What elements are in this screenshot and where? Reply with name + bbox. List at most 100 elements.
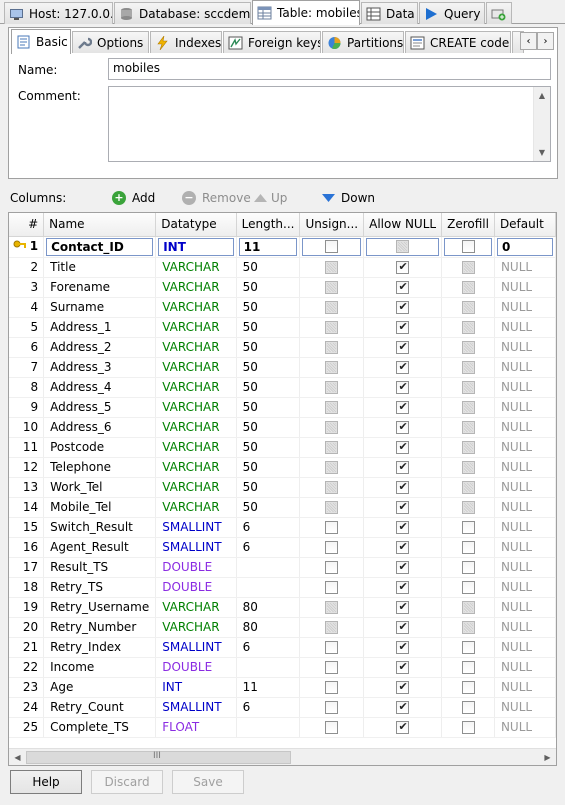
length-cell[interactable]: 6 [236, 637, 301, 658]
zerofill-cell[interactable] [441, 677, 495, 698]
column-name-cell[interactable]: Age [43, 677, 157, 698]
zerofill-cell[interactable] [441, 277, 495, 298]
default-cell[interactable]: NULL [494, 557, 556, 578]
allow-null-cell-checkbox[interactable] [396, 380, 410, 394]
table-name-input[interactable]: mobiles [108, 58, 551, 80]
columns-grid[interactable]: # Name Datatype Length... Unsign... Allo… [8, 212, 557, 766]
default-cell[interactable]: NULL [494, 317, 556, 338]
column-name-cell-editor[interactable]: Contact_ID [46, 237, 154, 256]
allow-null-cell-checkbox[interactable] [396, 500, 410, 514]
table-row[interactable]: 24 Retry_Count SMALLINT 6 NULL [9, 697, 556, 718]
zerofill-cell[interactable] [441, 257, 495, 278]
zerofill-cell-checkbox[interactable] [461, 580, 475, 594]
datatype-cell-editor[interactable]: INT [158, 237, 234, 256]
allow-null-cell-checkbox[interactable] [396, 460, 410, 474]
default-cell[interactable]: NULL [494, 517, 556, 538]
default-cell[interactable]: NULL [494, 617, 556, 638]
column-name-cell[interactable]: Address_5 [43, 397, 157, 418]
default-cell[interactable]: NULL [494, 257, 556, 278]
unsigned-cell[interactable] [299, 577, 365, 598]
length-cell[interactable]: 50 [236, 337, 301, 358]
length-cell[interactable]: 50 [236, 357, 301, 378]
length-cell[interactable]: 6 [236, 517, 301, 538]
datatype-cell[interactable]: SMALLINT [155, 517, 237, 538]
default-cell[interactable]: NULL [494, 677, 556, 698]
column-name-cell[interactable]: Mobile_Tel [43, 497, 157, 518]
row-number-cell[interactable]: 18 [9, 577, 45, 598]
zerofill-cell[interactable] [441, 617, 495, 638]
allow-null-cell-checkbox[interactable] [396, 360, 410, 374]
unsigned-cell-checkbox[interactable] [325, 239, 339, 253]
unsigned-cell-checkbox[interactable] [325, 640, 339, 654]
allow-null-cell[interactable] [363, 657, 443, 678]
allow-null-cell-checkbox[interactable] [396, 260, 410, 274]
zerofill-cell[interactable] [441, 717, 495, 738]
zerofill-cell[interactable] [441, 417, 495, 438]
unsigned-cell[interactable] [299, 537, 365, 558]
table-row[interactable]: 18 Retry_TS DOUBLE NULL [9, 577, 556, 598]
unsigned-cell[interactable] [299, 317, 365, 338]
length-cell[interactable]: 50 [236, 377, 301, 398]
datatype-cell[interactable]: VARCHAR [155, 617, 237, 638]
length-cell[interactable] [236, 557, 301, 578]
default-cell[interactable]: NULL [494, 437, 556, 458]
row-number-cell[interactable]: 14 [9, 497, 45, 518]
allow-null-cell-checkbox[interactable] [396, 660, 410, 674]
unsigned-cell[interactable] [299, 357, 365, 378]
row-number-cell[interactable]: 17 [9, 557, 45, 578]
allow-null-cell-checkbox[interactable] [396, 600, 410, 614]
unsigned-cell[interactable] [299, 657, 365, 678]
unsigned-cell-checkbox[interactable] [325, 680, 339, 694]
header-length[interactable]: Length... [236, 213, 301, 237]
grid-horizontal-scrollbar[interactable]: ◀ III ▶ [9, 748, 556, 765]
allow-null-cell-checkbox[interactable] [396, 580, 410, 594]
column-name-cell[interactable]: Forename [43, 277, 157, 298]
datatype-cell[interactable]: VARCHAR [155, 317, 237, 338]
default-cell[interactable]: 0 [494, 236, 556, 258]
row-number-cell[interactable]: 16 [9, 537, 45, 558]
table-row[interactable]: 8 Address_4 VARCHAR 50 NULL [9, 377, 556, 398]
allow-null-cell-checkbox[interactable] [396, 620, 410, 634]
datatype-cell[interactable]: INT [155, 236, 237, 258]
unsigned-cell-checkbox[interactable] [325, 660, 339, 674]
datatype-cell[interactable]: SMALLINT [155, 697, 237, 718]
column-name-cell[interactable]: Surname [43, 297, 157, 318]
header-name[interactable]: Name [43, 213, 157, 237]
datatype-cell[interactable]: VARCHAR [155, 357, 237, 378]
allow-null-cell[interactable] [363, 557, 443, 578]
allow-null-cell[interactable] [363, 497, 443, 518]
length-cell[interactable]: 11 [236, 236, 301, 258]
default-cell[interactable]: NULL [494, 277, 556, 298]
unsigned-cell[interactable] [299, 417, 365, 438]
row-number-cell[interactable]: 3 [9, 277, 45, 298]
datatype-cell[interactable]: VARCHAR [155, 477, 237, 498]
zerofill-cell-checkbox[interactable] [461, 720, 475, 734]
row-number-cell[interactable]: 22 [9, 657, 45, 678]
unsigned-cell[interactable] [299, 337, 365, 358]
column-name-cell[interactable]: Telephone [43, 457, 157, 478]
allow-null-cell[interactable] [363, 236, 443, 258]
table-row[interactable]: 4 Surname VARCHAR 50 NULL [9, 297, 556, 318]
allow-null-cell[interactable] [363, 457, 443, 478]
column-name-cell[interactable]: Result_TS [43, 557, 157, 578]
unsigned-cell[interactable] [299, 497, 365, 518]
length-cell[interactable]: 50 [236, 497, 301, 518]
length-cell[interactable] [236, 657, 301, 678]
zerofill-cell-checkbox[interactable] [461, 700, 475, 714]
allow-null-cell-checkbox[interactable] [396, 560, 410, 574]
zerofill-cell[interactable] [441, 637, 495, 658]
length-cell[interactable] [236, 717, 301, 738]
row-number-cell[interactable]: 24 [9, 697, 45, 718]
length-cell[interactable]: 50 [236, 457, 301, 478]
table-row[interactable]: 6 Address_2 VARCHAR 50 NULL [9, 337, 556, 358]
allow-null-cell[interactable] [363, 357, 443, 378]
allow-null-cell[interactable] [363, 677, 443, 698]
allow-null-cell-checkbox[interactable] [396, 520, 410, 534]
datatype-cell[interactable]: VARCHAR [155, 397, 237, 418]
header-datatype[interactable]: Datatype [155, 213, 237, 237]
row-number-cell[interactable]: 7 [9, 357, 45, 378]
unsigned-cell-checkbox[interactable] [325, 700, 339, 714]
length-cell[interactable] [236, 577, 301, 598]
unsigned-cell[interactable] [299, 437, 365, 458]
scroll-left-icon[interactable]: ◀ [9, 749, 26, 765]
